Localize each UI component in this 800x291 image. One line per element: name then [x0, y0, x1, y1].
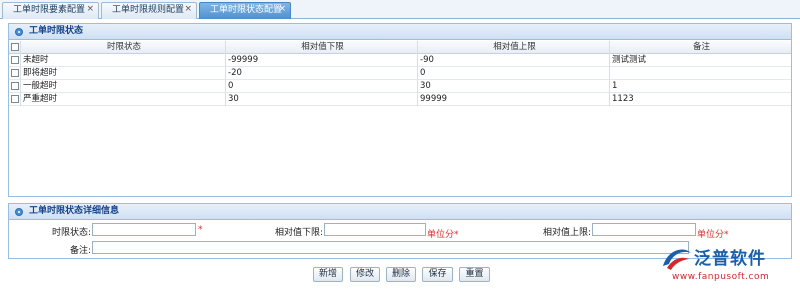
lower-unit-hint: 单位分*	[427, 230, 459, 240]
cell-remark: 测试测试	[612, 55, 647, 65]
cell-remark: 1	[612, 81, 618, 91]
edit-button[interactable]: 修改	[350, 267, 380, 282]
column-header-upper[interactable]: 相对值上限	[418, 41, 610, 54]
cell-status: 一般超时	[21, 80, 226, 93]
close-icon[interactable]: ×	[184, 2, 192, 17]
cell-status: 即将超时	[21, 67, 226, 80]
status-grid: 时限状态 相对值下限 相对值上限 备注 未超时 -99999 -90 测试测试 …	[9, 41, 791, 106]
status-input[interactable]	[92, 223, 196, 236]
select-all-checkbox[interactable]	[11, 43, 19, 51]
grid-header-row: 时限状态 相对值下限 相对值上限 备注	[9, 41, 791, 54]
cell-status: 严重超时	[21, 93, 226, 106]
panel-title: 工单时限状态详细信息	[29, 206, 120, 216]
table-row[interactable]: 严重超时 30 99999 1123	[9, 93, 791, 106]
remark-label: 备注:	[69, 246, 91, 256]
add-button[interactable]: 新增	[313, 267, 343, 282]
bullet-icon	[15, 208, 23, 216]
row-checkbox[interactable]	[11, 82, 19, 90]
upper-label: 相对值上限:	[542, 228, 591, 238]
status-label: 时限状态:	[51, 228, 91, 238]
row-select-cell	[9, 93, 21, 106]
row-checkbox[interactable]	[11, 56, 19, 64]
cell-upper: 99999	[418, 93, 610, 106]
close-icon[interactable]: ×	[278, 2, 286, 17]
row-select-cell	[9, 54, 21, 67]
required-mark: *	[198, 225, 203, 235]
lower-label: 相对值下限:	[274, 228, 323, 238]
cell-lower: 0	[226, 80, 418, 93]
status-panel-header: 工单时限状态	[9, 24, 791, 40]
row-checkbox[interactable]	[11, 69, 19, 77]
bullet-icon	[15, 28, 23, 36]
logo-mark-icon	[663, 249, 691, 270]
tab-label: 工单时限要素配置	[13, 5, 86, 15]
cell-upper: 30	[418, 80, 610, 93]
tab-label: 工单时限状态配置	[210, 5, 283, 15]
row-select-cell	[9, 80, 21, 93]
delete-button[interactable]: 删除	[386, 267, 416, 282]
column-header-lower[interactable]: 相对值下限	[226, 41, 418, 54]
table-row[interactable]: 即将超时 -20 0	[9, 67, 791, 80]
column-header-status[interactable]: 时限状态	[21, 41, 226, 54]
select-all-cell	[9, 41, 21, 54]
tab-status-config[interactable]: 工单时限状态配置 ×	[199, 2, 291, 19]
cell-upper: 0	[418, 67, 610, 80]
upper-unit-hint: 单位分*	[697, 230, 729, 240]
cell-lower: -99999	[226, 54, 418, 67]
cell-lower: -20	[226, 67, 418, 80]
panel-title: 工单时限状态	[29, 26, 84, 36]
table-row[interactable]: 未超时 -99999 -90 测试测试	[9, 54, 791, 67]
row-checkbox[interactable]	[11, 95, 19, 103]
cell-upper: -90	[418, 54, 610, 67]
detail-panel-header: 工单时限状态详细信息	[9, 204, 791, 220]
logo-url: www.fanpusoft.com	[672, 272, 770, 282]
remark-input[interactable]	[92, 241, 689, 254]
cell-lower: 30	[226, 93, 418, 106]
status-panel: 工单时限状态 时限状态 相对值下限 相对值上限 备注 未超时 -99999 -9…	[8, 23, 792, 197]
cell-remark: 1123	[612, 94, 634, 104]
upper-input[interactable]	[592, 223, 696, 236]
cell-remark	[610, 67, 791, 80]
tab-element-config[interactable]: 工单时限要素配置 ×	[2, 2, 99, 19]
table-row[interactable]: 一般超时 0 30 1	[9, 80, 791, 93]
brand-logo: 泛普软件 www.fanpusoft.com	[660, 244, 800, 291]
reset-button[interactable]: 重置	[459, 267, 490, 282]
lower-input[interactable]	[324, 223, 426, 236]
column-header-remark[interactable]: 备注	[610, 41, 791, 54]
cell-status: 未超时	[21, 54, 226, 67]
tab-rule-config[interactable]: 工单时限规则配置 ×	[101, 2, 197, 19]
close-icon[interactable]: ×	[86, 2, 94, 17]
tab-label: 工单时限规则配置	[112, 5, 185, 15]
save-button[interactable]: 保存	[422, 267, 453, 282]
logo-name: 泛普软件	[694, 249, 766, 269]
tab-bar: 工单时限要素配置 × 工单时限规则配置 × 工单时限状态配置 ×	[0, 0, 800, 19]
row-select-cell	[9, 67, 21, 80]
